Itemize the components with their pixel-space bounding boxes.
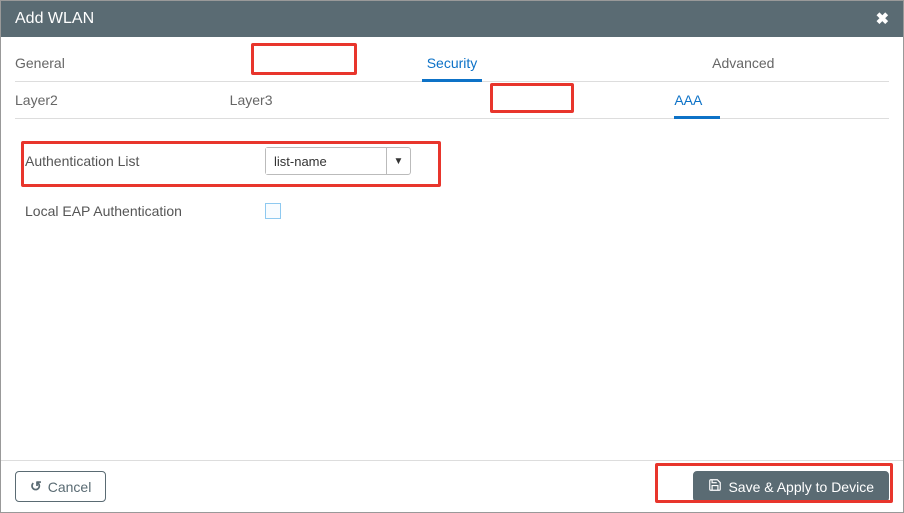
modal-header: Add WLAN ✖: [1, 1, 903, 37]
subtab-layer3[interactable]: Layer3: [230, 84, 445, 118]
modal-body: General Security Advanced Layer2 Layer3 …: [1, 37, 903, 460]
subtab-layer2[interactable]: Layer2: [15, 84, 230, 118]
subtab-layer2-label: Layer2: [15, 92, 58, 108]
tab-general-label: General: [15, 55, 65, 71]
undo-icon: ↺: [30, 478, 42, 495]
save-label: Save & Apply to Device: [728, 479, 874, 495]
auth-list-row: Authentication List ▼: [25, 147, 879, 175]
auth-list-label: Authentication List: [25, 153, 265, 169]
tab-advanced[interactable]: Advanced: [598, 47, 889, 81]
auth-list-combobox[interactable]: ▼: [265, 147, 411, 175]
auth-list-input[interactable]: [266, 148, 386, 174]
subtab-aaa-label: AAA: [674, 92, 702, 108]
subtab-layer3-label: Layer3: [230, 92, 273, 108]
save-icon: [708, 478, 722, 495]
modal-footer: ↺ Cancel Save & Apply to Device: [1, 460, 903, 512]
form-area: Authentication List ▼ Local EAP Authenti…: [15, 119, 889, 257]
add-wlan-modal: Add WLAN ✖ General Security Advanced Lay…: [0, 0, 904, 513]
local-eap-checkbox[interactable]: [265, 203, 281, 219]
tab-advanced-label: Advanced: [712, 55, 774, 71]
close-icon[interactable]: ✖: [876, 9, 889, 29]
cancel-button[interactable]: ↺ Cancel: [15, 471, 106, 502]
chevron-down-icon[interactable]: ▼: [386, 148, 410, 174]
local-eap-label: Local EAP Authentication: [25, 203, 265, 219]
main-tabs: General Security Advanced: [15, 47, 889, 82]
tab-security-label: Security: [427, 55, 478, 71]
save-apply-button[interactable]: Save & Apply to Device: [693, 471, 889, 502]
sub-tabs: Layer2 Layer3 AAA: [15, 84, 889, 119]
tab-security[interactable]: Security: [306, 47, 597, 81]
subtab-aaa[interactable]: AAA: [444, 84, 889, 118]
tab-general[interactable]: General: [15, 47, 306, 81]
modal-title: Add WLAN: [15, 10, 94, 28]
cancel-label: Cancel: [48, 479, 92, 495]
local-eap-row: Local EAP Authentication: [25, 203, 879, 219]
